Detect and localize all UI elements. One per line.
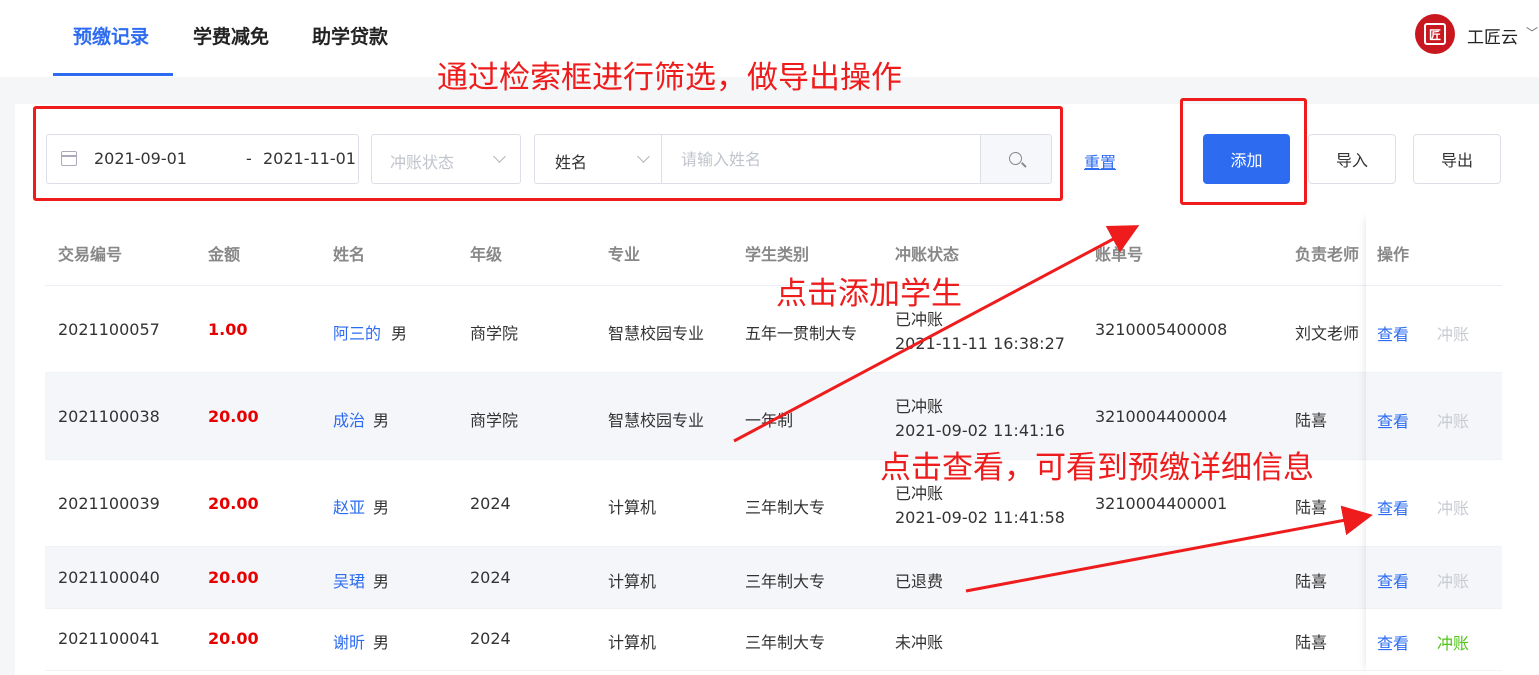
status: 已冲账	[895, 397, 944, 416]
teacher: 陆喜	[1295, 633, 1328, 652]
active-tab-indicator	[53, 73, 173, 76]
col-transaction-id: 交易编号	[58, 245, 123, 264]
view-link[interactable]: 查看	[1377, 568, 1409, 592]
col-grade: 年级	[470, 245, 503, 264]
reconcile-link[interactable]: 冲账	[1437, 630, 1469, 654]
tab-prepay-records[interactable]: 预缴记录	[73, 22, 149, 49]
logo-mark: 匠	[1424, 23, 1446, 45]
student-name-link[interactable]: 谢昕	[333, 629, 365, 653]
col-amount: 金额	[208, 245, 241, 264]
gender: 男	[373, 498, 390, 517]
student-name-link[interactable]: 吴珺	[333, 568, 365, 592]
transaction-id: 2021100041	[58, 629, 160, 648]
reconcile-link: 冲账	[1437, 499, 1470, 518]
amount: 20.00	[208, 494, 259, 513]
transaction-id: 2021100040	[58, 568, 160, 587]
grade: 商学院	[470, 324, 519, 343]
import-button[interactable]: 导入	[1308, 134, 1396, 184]
col-actions: 操作	[1377, 245, 1410, 264]
annotation-filter-note: 通过检索框进行筛选，做导出操作	[437, 60, 902, 96]
grade: 商学院	[470, 411, 519, 430]
bill-number: 3210004400001	[1095, 494, 1228, 513]
table-row: 2021100040 20.00 吴珺 男 2024 计算机 三年制大专 已退费…	[45, 547, 1502, 609]
teacher: 陆喜	[1295, 411, 1328, 430]
annotation-box-filters	[33, 106, 1063, 201]
annotation-box-add	[1180, 98, 1307, 205]
annotation-view-note: 点击查看，可看到预缴详细信息	[880, 450, 1314, 486]
reconcile-link: 冲账	[1437, 412, 1470, 431]
col-major: 专业	[608, 245, 641, 264]
annotation-add-note: 点击添加学生	[776, 276, 962, 312]
view-link[interactable]: 查看	[1377, 495, 1409, 519]
category: 一年制	[745, 411, 794, 430]
student-name-link[interactable]: 赵亚	[333, 494, 365, 518]
col-bill-number: 账单号	[1095, 245, 1144, 264]
reset-link[interactable]: 重置	[1084, 149, 1116, 173]
teacher: 陆喜	[1295, 572, 1328, 591]
status-time: 2021-09-02 11:41:16	[895, 421, 1065, 440]
amount: 20.00	[208, 629, 259, 648]
status: 已退费	[895, 572, 944, 591]
grade: 2024	[470, 494, 511, 513]
export-button[interactable]: 导出	[1413, 134, 1501, 184]
grade: 2024	[470, 568, 511, 587]
amount: 20.00	[208, 407, 259, 426]
amount: 20.00	[208, 568, 259, 587]
status-time: 2021-09-02 11:41:58	[895, 508, 1065, 527]
view-link[interactable]: 查看	[1377, 630, 1409, 654]
view-link[interactable]: 查看	[1377, 408, 1409, 432]
category: 三年制大专	[745, 572, 826, 591]
category: 三年制大专	[745, 498, 826, 517]
col-name: 姓名	[333, 245, 366, 264]
brand-logo[interactable]: 匠	[1415, 14, 1455, 54]
status: 未冲账	[895, 633, 944, 652]
user-menu-name[interactable]: 工匠云	[1467, 23, 1518, 48]
grade: 2024	[470, 629, 511, 648]
gender: 男	[373, 572, 390, 591]
major: 计算机	[608, 633, 657, 652]
view-link[interactable]: 查看	[1377, 321, 1409, 345]
category: 五年一贯制大专	[745, 324, 858, 343]
col-category: 学生类别	[745, 245, 810, 264]
status-time: 2021-11-11 16:38:27	[895, 334, 1065, 353]
gender: 男	[373, 633, 390, 652]
category: 三年制大专	[745, 633, 826, 652]
amount: 1.00	[208, 320, 248, 339]
major: 智慧校园专业	[608, 324, 705, 343]
student-name-link[interactable]: 阿三的	[333, 320, 381, 344]
tab-student-loan[interactable]: 助学贷款	[312, 22, 388, 49]
table-row: 2021100057 1.00 阿三的 男 商学院 智慧校园专业 五年一贯制大专…	[45, 286, 1502, 373]
student-name-link[interactable]: 成治	[333, 407, 365, 431]
reconcile-link: 冲账	[1437, 572, 1470, 591]
col-teacher: 负责老师	[1295, 245, 1360, 264]
major: 计算机	[608, 498, 657, 517]
transaction-id: 2021100038	[58, 407, 160, 426]
bill-number: 3210004400004	[1095, 407, 1228, 426]
bill-number: 3210005400008	[1095, 320, 1228, 339]
reconcile-link: 冲账	[1437, 325, 1470, 344]
teacher: 刘文老师	[1295, 324, 1360, 343]
major: 计算机	[608, 572, 657, 591]
transaction-id: 2021100057	[58, 320, 160, 339]
gender: 男	[391, 324, 408, 343]
gender: 男	[373, 411, 390, 430]
table-row: 2021100041 20.00 谢昕 男 2024 计算机 三年制大专 未冲账…	[45, 609, 1502, 671]
transaction-id: 2021100039	[58, 494, 160, 513]
major: 智慧校园专业	[608, 411, 705, 430]
col-status: 冲账状态	[895, 245, 960, 264]
tab-tuition-reduction[interactable]: 学费减免	[193, 22, 269, 49]
teacher: 陆喜	[1295, 498, 1328, 517]
chevron-down-icon[interactable]: ﹀	[1526, 24, 1538, 41]
